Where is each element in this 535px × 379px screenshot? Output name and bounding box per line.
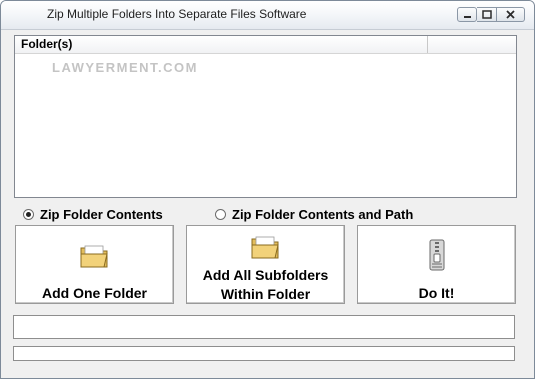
progress-bar <box>13 346 515 361</box>
window-title: Zip Multiple Folders Into Separate Files… <box>47 7 307 21</box>
minimize-button[interactable] <box>457 7 477 22</box>
button-label-line-1: Add All Subfolders <box>202 267 329 283</box>
status-message-box <box>13 315 515 339</box>
zip-file-icon <box>429 239 444 271</box>
app-window: Zip Multiple Folders Into Separate Files… <box>0 0 535 379</box>
add-all-subfolders-button[interactable]: Add All Subfolders Within Folder <box>186 225 345 304</box>
maximize-icon <box>482 10 492 19</box>
button-label-line-2: Within Folder <box>220 286 311 302</box>
radio-unselected-icon[interactable] <box>215 208 226 220</box>
list-header: Folder(s) <box>15 36 516 54</box>
do-it-button[interactable]: Do It! <box>357 225 516 304</box>
add-one-folder-button[interactable]: Add One Folder <box>15 225 174 304</box>
maximize-button[interactable] <box>477 7 497 22</box>
watermark-text: LAWYERMENT.COM <box>52 60 198 75</box>
radio-selected-icon[interactable] <box>23 208 34 220</box>
title-bar[interactable]: Zip Multiple Folders Into Separate Files… <box>1 1 534 30</box>
folder-open-icon <box>251 236 279 259</box>
button-label: Add One Folder <box>42 285 147 301</box>
radio-zip-folder-contents[interactable]: Zip Folder Contents <box>23 206 163 222</box>
close-button[interactable] <box>497 7 525 22</box>
close-icon <box>506 10 515 19</box>
button-label: Do It! <box>418 285 455 301</box>
radio-label: Zip Folder Contents <box>40 206 163 222</box>
column-header-empty[interactable] <box>428 36 516 53</box>
minimize-icon <box>464 16 471 18</box>
column-header-folders[interactable]: Folder(s) <box>15 36 428 53</box>
folder-open-icon <box>80 245 108 268</box>
radio-label: Zip Folder Contents and Path <box>232 206 414 222</box>
folder-list[interactable]: Folder(s) LAWYERMENT.COM <box>14 35 517 198</box>
radio-zip-folder-contents-and-path[interactable]: Zip Folder Contents and Path <box>215 206 413 222</box>
